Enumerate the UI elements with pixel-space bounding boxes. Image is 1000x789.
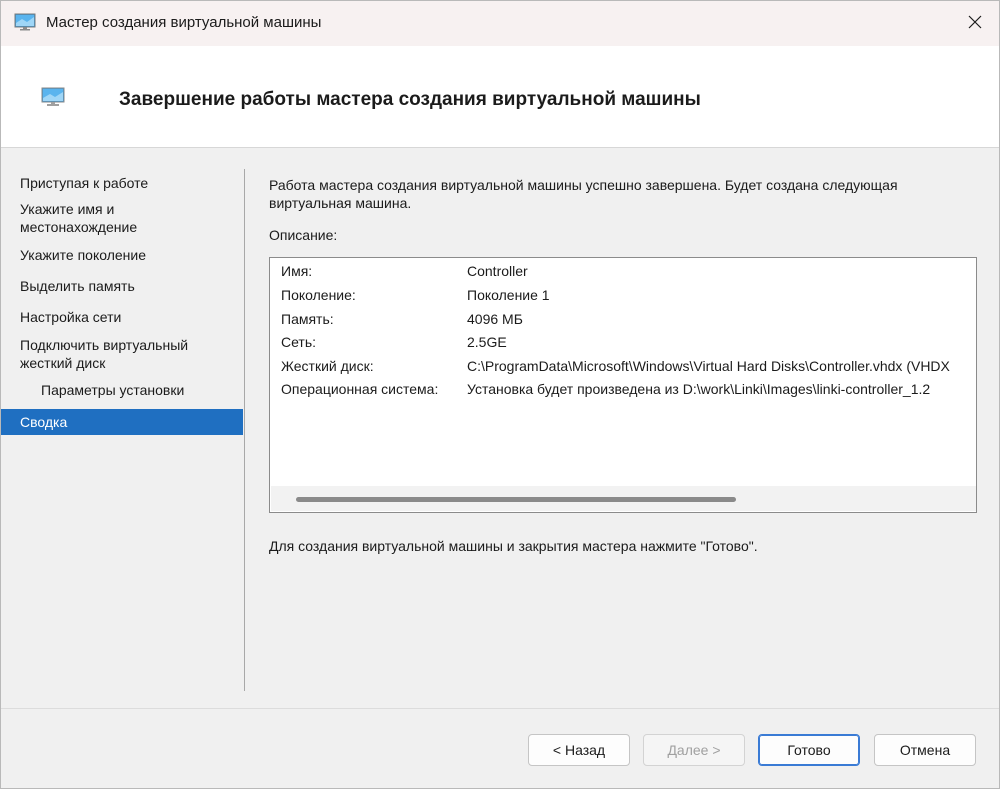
summary-key: Жесткий диск: [281, 358, 374, 374]
finish-button[interactable]: Готово [758, 734, 860, 766]
nav-item-network[interactable]: Настройка сети [1, 305, 243, 333]
finish-instruction: Для создания виртуальной машины и закрыт… [269, 538, 758, 554]
cancel-button[interactable]: Отмена [874, 734, 976, 766]
intro-text: Работа мастера создания виртуальной маши… [269, 177, 898, 211]
close-icon [968, 15, 982, 32]
nav-item-installation-options[interactable]: Параметры установки [1, 378, 243, 409]
summary-value: Поколение 1 [467, 287, 550, 303]
footer-divider [1, 708, 999, 709]
summary-value: Controller [467, 263, 528, 279]
summary-value: C:\ProgramData\Microsoft\Windows\Virtual… [467, 358, 950, 374]
nav-item-memory[interactable]: Выделить память [1, 274, 243, 305]
monitor-icon [14, 13, 36, 31]
wizard-steps-nav: Приступая к работе Укажите имя и местона… [1, 171, 243, 435]
nav-divider [244, 169, 245, 691]
nav-item-before-you-begin[interactable]: Приступая к работе [1, 171, 243, 195]
next-button[interactable]: Далее > [643, 734, 745, 766]
nav-item-generation[interactable]: Укажите поколение [1, 243, 243, 274]
summary-value: 4096 МБ [467, 311, 523, 327]
nav-item-summary[interactable]: Сводка [1, 409, 243, 435]
wizard-window: Мастер создания виртуальной машины Завер… [0, 0, 1000, 789]
nav-item-hard-disk[interactable]: Подключить виртуальный жесткий диск [1, 333, 221, 378]
back-button[interactable]: < Назад [528, 734, 630, 766]
content-area: Работа мастера создания виртуальной маши… [269, 176, 979, 212]
horizontal-scrollbar[interactable] [271, 486, 976, 511]
close-button[interactable] [951, 1, 999, 46]
nav-item-name-location[interactable]: Укажите имя и местонахождение [1, 195, 161, 243]
summary-key: Операционная система: [281, 381, 439, 397]
monitor-icon [41, 87, 65, 107]
summary-value: Установка будет произведена из D:\work\L… [467, 381, 931, 397]
scrollbar-thumb[interactable] [296, 497, 736, 502]
summary-key: Сеть: [281, 334, 317, 350]
summary-key: Имя: [281, 263, 313, 279]
description-label: Описание: [269, 227, 338, 243]
summary-key: Память: [281, 311, 334, 327]
page-title: Завершение работы мастера создания вирту… [119, 89, 701, 110]
summary-key: Поколение: [281, 287, 356, 303]
summary-box[interactable]: Имя: Controller Поколение: Поколение 1 П… [269, 257, 977, 513]
summary-value: 2.5GE [467, 334, 507, 350]
window-title: Мастер создания виртуальной машины [46, 14, 322, 31]
header-banner: Завершение работы мастера создания вирту… [1, 46, 999, 148]
title-bar: Мастер создания виртуальной машины [1, 1, 999, 46]
